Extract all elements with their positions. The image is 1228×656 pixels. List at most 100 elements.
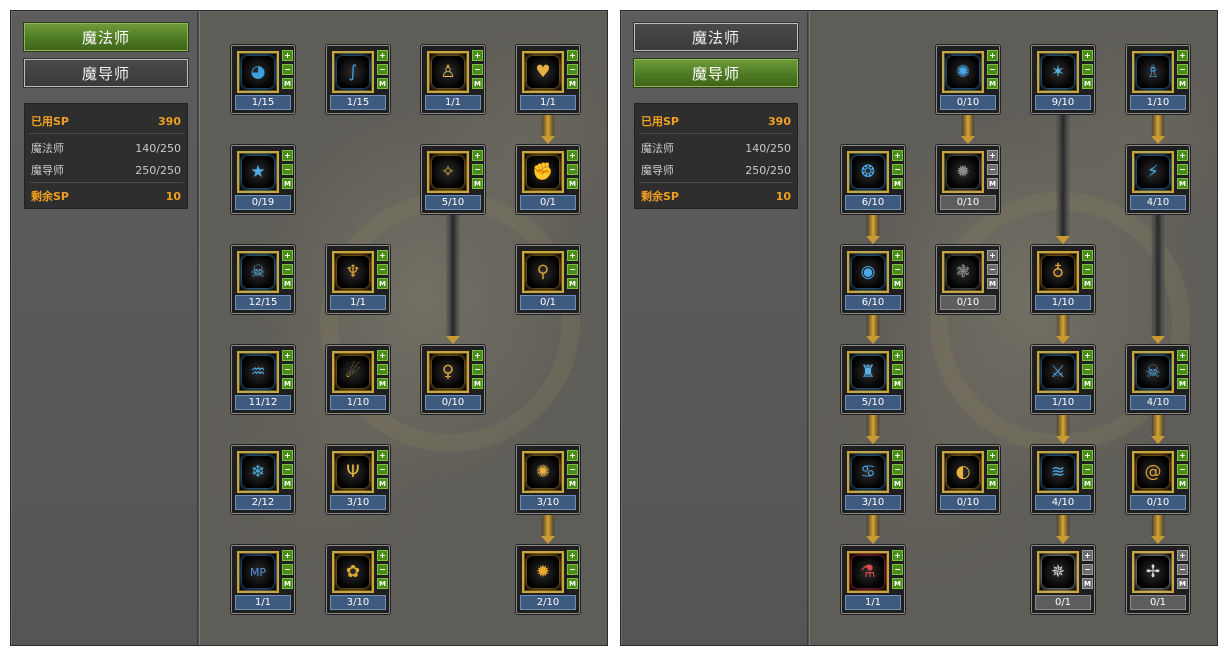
skill-max-button[interactable]: M [567,478,578,489]
skill-minus-button[interactable]: − [892,164,903,175]
skill-slot[interactable]: ✹ + − M 2/10 [516,545,580,614]
skill-slot[interactable]: ◕ + − M 1/15 [231,45,295,114]
skill-minus-button[interactable]: − [987,164,998,175]
skill-icon-frame[interactable]: ◕ [237,51,279,93]
skill-slot[interactable]: ♀ + − M 0/10 [421,345,485,414]
skill-plus-button[interactable]: + [377,450,388,461]
skill-slot[interactable]: ✿ + − M 3/10 [326,545,390,614]
skill-plus-button[interactable]: + [1177,550,1188,561]
skill-plus-button[interactable]: + [892,550,903,561]
skill-plus-button[interactable]: + [1177,150,1188,161]
skill-slot[interactable]: @ + − M 0/10 [1126,445,1190,514]
skill-plus-button[interactable]: + [472,50,483,61]
skill-slot[interactable]: ◐ + − M 0/10 [936,445,1000,514]
skill-plus-button[interactable]: + [1082,450,1093,461]
tab-mage[interactable]: 魔法师 [24,23,188,51]
skill-slot[interactable]: ✵ + − M 0/1 [1031,545,1095,614]
skill-max-button[interactable]: M [1177,578,1188,589]
skill-minus-button[interactable]: − [377,364,388,375]
skill-max-button[interactable]: M [892,578,903,589]
skill-icon-frame[interactable]: ♗ [1132,51,1174,93]
skill-slot[interactable]: ⚡ + − M 4/10 [1126,145,1190,214]
skill-plus-button[interactable]: + [377,250,388,261]
skill-max-button[interactable]: M [987,78,998,89]
skill-max-button[interactable]: M [567,178,578,189]
skill-icon-frame[interactable]: ✺ [942,51,984,93]
skill-icon-frame[interactable]: ❂ [847,151,889,193]
skill-plus-button[interactable]: + [282,250,293,261]
skill-plus-button[interactable]: + [282,350,293,361]
skill-minus-button[interactable]: − [987,264,998,275]
skill-slot[interactable]: ♙ + − M 1/1 [421,45,485,114]
tab-battlemage[interactable]: 魔导师 [634,59,798,87]
skill-minus-button[interactable]: − [892,464,903,475]
skill-icon-frame[interactable]: ★ [237,151,279,193]
skill-slot[interactable]: ♜ + − M 5/10 [841,345,905,414]
skill-minus-button[interactable]: − [1082,364,1093,375]
skill-plus-button[interactable]: + [282,50,293,61]
skill-slot[interactable]: ♥ + − M 1/1 [516,45,580,114]
skill-max-button[interactable]: M [377,78,388,89]
skill-minus-button[interactable]: − [1177,364,1188,375]
skill-plus-button[interactable]: + [1177,450,1188,461]
skill-max-button[interactable]: M [567,578,578,589]
skill-max-button[interactable]: M [1177,78,1188,89]
skill-minus-button[interactable]: − [472,364,483,375]
skill-max-button[interactable]: M [1177,478,1188,489]
skill-icon-frame[interactable]: ❄ [237,451,279,493]
skill-plus-button[interactable]: + [892,150,903,161]
skill-icon-frame[interactable]: ✧ [427,151,469,193]
skill-icon-frame[interactable]: ✹ [522,551,564,593]
skill-icon-frame[interactable]: ⚗ [847,551,889,593]
skill-minus-button[interactable]: − [1177,64,1188,75]
skill-slot[interactable]: ⚲ + − M 0/1 [516,245,580,314]
skill-minus-button[interactable]: − [377,564,388,575]
skill-slot[interactable]: ♋ + − M 3/10 [841,445,905,514]
skill-max-button[interactable]: M [1082,378,1093,389]
skill-plus-button[interactable]: + [987,450,998,461]
skill-slot[interactable]: ☠ + − M 12/15 [231,245,295,314]
skill-max-button[interactable]: M [282,378,293,389]
skill-minus-button[interactable]: − [472,164,483,175]
skill-max-button[interactable]: M [1082,478,1093,489]
skill-slot[interactable]: ≋ + − M 4/10 [1031,445,1095,514]
skill-icon-frame[interactable]: ♒ [237,351,279,393]
skill-max-button[interactable]: M [892,478,903,489]
skill-icon-frame[interactable]: ✿ [332,551,374,593]
skill-slot[interactable]: ⚗ + − M 1/1 [841,545,905,614]
skill-icon-frame[interactable]: ✊ [522,151,564,193]
skill-minus-button[interactable]: − [1177,564,1188,575]
skill-max-button[interactable]: M [472,378,483,389]
skill-minus-button[interactable]: − [892,364,903,375]
skill-slot[interactable]: ♆ + − M 1/1 [326,245,390,314]
skill-plus-button[interactable]: + [892,450,903,461]
skill-plus-button[interactable]: + [567,450,578,461]
skill-slot[interactable]: ❃ + − M 0/10 [936,245,1000,314]
skill-minus-button[interactable]: − [892,564,903,575]
skill-minus-button[interactable]: − [377,64,388,75]
skill-minus-button[interactable]: − [1082,564,1093,575]
skill-max-button[interactable]: M [892,278,903,289]
skill-max-button[interactable]: M [1177,378,1188,389]
skill-icon-frame[interactable]: ✢ [1132,551,1174,593]
skill-max-button[interactable]: M [1177,178,1188,189]
skill-minus-button[interactable]: − [282,464,293,475]
skill-max-button[interactable]: M [987,278,998,289]
skill-slot[interactable]: ✶ + − M 9/10 [1031,45,1095,114]
skill-max-button[interactable]: M [377,478,388,489]
skill-plus-button[interactable]: + [567,550,578,561]
skill-max-button[interactable]: M [472,78,483,89]
skill-icon-frame[interactable]: ☠ [237,251,279,293]
skill-slot[interactable]: ★ + − M 0/19 [231,145,295,214]
skill-plus-button[interactable]: + [282,150,293,161]
skill-plus-button[interactable]: + [282,450,293,461]
skill-slot[interactable]: ∫ + − M 1/15 [326,45,390,114]
skill-minus-button[interactable]: − [377,264,388,275]
skill-plus-button[interactable]: + [1082,350,1093,361]
skill-minus-button[interactable]: − [282,264,293,275]
skill-slot[interactable]: ☠ + − M 4/10 [1126,345,1190,414]
skill-slot[interactable]: ♗ + − M 1/10 [1126,45,1190,114]
skill-plus-button[interactable]: + [1177,50,1188,61]
skill-slot[interactable]: ☄ + − M 1/10 [326,345,390,414]
skill-icon-frame[interactable]: ✵ [1037,551,1079,593]
